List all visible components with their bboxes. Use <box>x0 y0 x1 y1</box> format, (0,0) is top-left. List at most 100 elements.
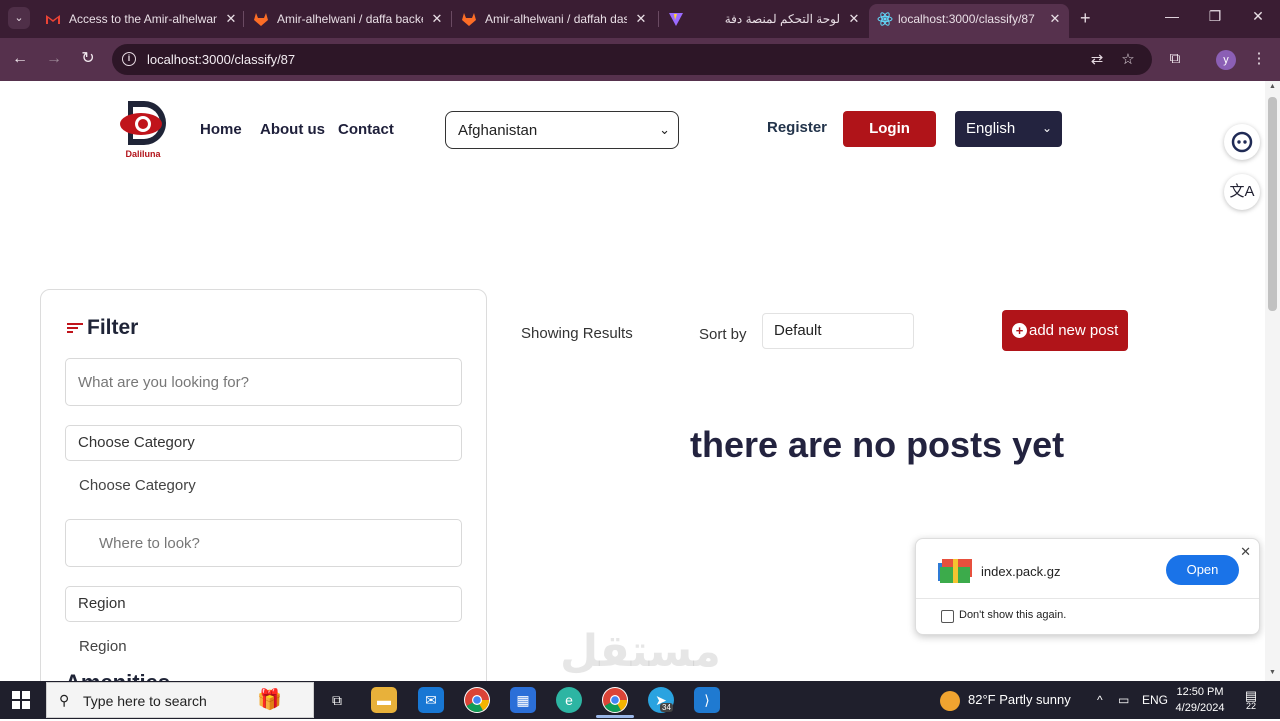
gmail-icon <box>46 15 60 24</box>
translate-icon[interactable]: ⇄ <box>1088 51 1106 69</box>
task-view-icon[interactable]: ⧉ <box>324 687 350 713</box>
add-post-button[interactable]: + add new post <box>1002 310 1128 351</box>
tab-localhost[interactable]: localhost:3000/classify/87 ✕ <box>869 4 1069 38</box>
location-input[interactable]: Where to look? <box>65 519 462 567</box>
close-icon[interactable]: ✕ <box>1240 544 1251 560</box>
region-select[interactable]: Region <box>65 586 462 622</box>
taskbar-search[interactable]: ⚲ Type here to search 🎁 <box>46 682 314 718</box>
site-logo[interactable]: Daliluna <box>116 99 170 161</box>
nav-home[interactable]: Home <box>200 121 242 138</box>
chrome-icon[interactable] <box>464 687 490 713</box>
taskbar-search-placeholder: Type here to search <box>83 693 207 709</box>
filter-title-text: Filter <box>87 316 139 339</box>
new-tab-button[interactable]: + <box>1080 8 1098 28</box>
tab-title: Amir-alhelwani / daffa backe <box>277 12 423 26</box>
logo-text: Daliluna <box>125 149 161 159</box>
tab-gmail[interactable]: Access to the Amir-alhelwani ✕ <box>45 4 241 34</box>
close-icon[interactable]: ✕ <box>429 4 445 34</box>
dont-show-label: Don't show this again. <box>959 609 1067 621</box>
filter-panel: Filter What are you looking for? Choose … <box>40 289 487 681</box>
download-filename: index.pack.gz <box>981 564 1061 579</box>
input-language[interactable]: ENG <box>1142 681 1168 719</box>
profile-avatar[interactable]: y <box>1216 50 1236 70</box>
forward-icon[interactable]: → <box>43 48 65 70</box>
close-icon[interactable]: ✕ <box>846 4 862 34</box>
logo-mark-icon <box>120 101 166 145</box>
windows-start-icon[interactable] <box>12 691 30 709</box>
filter-lines-icon <box>67 323 83 333</box>
tab-gitlab-dashboard[interactable]: Amir-alhelwani / daffah dash ✕ <box>461 4 651 34</box>
system-clock[interactable]: 12:50 PM 4/29/2024 <box>1170 684 1230 716</box>
page-scrollbar[interactable]: ▲ ▼ <box>1265 81 1280 681</box>
restore-icon[interactable]: ❐ <box>1205 8 1225 25</box>
window-close-icon[interactable]: ✕ <box>1248 8 1268 25</box>
file-explorer-icon[interactable]: ▬ <box>371 687 397 713</box>
browser-window: ⌄ Access to the Amir-alhelwani ✕ Amir-al… <box>0 0 1280 719</box>
category-label: Choose Category <box>79 477 196 494</box>
partly-sunny-icon <box>940 690 960 711</box>
bookmark-star-icon[interactable]: ☆ <box>1119 51 1137 69</box>
archive-file-icon <box>938 559 972 583</box>
more-menu-icon[interactable]: ⋮ <box>1248 48 1270 70</box>
location-placeholder: Where to look? <box>99 535 200 552</box>
tab-gitlab-backend[interactable]: Amir-alhelwani / daffa backe ✕ <box>253 4 447 34</box>
filter-heading: Filter <box>67 316 138 340</box>
address-bar[interactable]: i localhost:3000/classify/87 ⇄ ☆ <box>112 44 1152 75</box>
store-icon[interactable]: ▦ <box>510 687 536 713</box>
vite-icon <box>669 13 683 26</box>
gitlab-icon <box>462 13 476 26</box>
divider <box>916 598 1259 599</box>
language-select[interactable]: English ⌄ <box>955 111 1062 147</box>
scroll-down-icon[interactable]: ▼ <box>1268 669 1277 676</box>
open-download-button[interactable]: Open <box>1166 555 1239 585</box>
close-icon[interactable]: ✕ <box>633 4 649 34</box>
weather-widget[interactable]: 82°F Partly sunny <box>940 681 1071 719</box>
close-icon[interactable]: ✕ <box>1047 4 1063 34</box>
clock-date: 4/29/2024 <box>1175 702 1225 714</box>
nav-about[interactable]: About us <box>260 121 325 138</box>
empty-state-message: there are no posts yet <box>690 424 1065 465</box>
notification-center[interactable]: ▤ 22 <box>1240 689 1262 711</box>
weather-text: 82°F Partly sunny <box>968 692 1071 707</box>
edge-icon[interactable]: e <box>556 687 582 713</box>
add-post-label: add new post <box>1029 322 1119 339</box>
gitlab-icon <box>254 13 268 26</box>
tab-strip: ⌄ Access to the Amir-alhelwani ✕ Amir-al… <box>0 0 1280 38</box>
dont-show-checkbox[interactable] <box>941 610 954 623</box>
chevron-up-icon[interactable]: ^ <box>1097 681 1103 719</box>
url-text[interactable]: localhost:3000/classify/87 <box>147 44 295 75</box>
back-icon[interactable]: ← <box>9 48 31 70</box>
mail-icon[interactable]: ✉ <box>418 687 444 713</box>
battery-icon[interactable]: ▭ <box>1118 681 1129 719</box>
windows-taskbar: ⚲ Type here to search 🎁 ⧉ ▬ ✉ ▦ e ➤ 34 ⟩… <box>0 681 1280 719</box>
tab-separator <box>243 11 244 27</box>
search-input[interactable]: What are you looking for? <box>65 358 462 406</box>
tab-dashboard-arabic[interactable]: لوحة التحكم لمنصة دفة ✕ <box>668 4 864 34</box>
browser-toolbar: ← → ↻ i localhost:3000/classify/87 ⇄ ☆ ⧉… <box>0 38 1280 81</box>
register-link[interactable]: Register <box>767 119 827 136</box>
close-icon[interactable]: ✕ <box>223 4 239 34</box>
nav-contact[interactable]: Contact <box>338 121 394 138</box>
extensions-icon[interactable]: ⧉ <box>1164 48 1186 70</box>
sort-select[interactable]: Default <box>762 313 914 349</box>
scrollbar-thumb[interactable] <box>1268 97 1277 311</box>
watermark-logo: مستقل <box>560 626 721 677</box>
tab-search-button[interactable]: ⌄ <box>8 7 30 29</box>
clock-time: 12:50 PM <box>1176 686 1224 698</box>
chrome-profile-icon[interactable] <box>602 687 628 713</box>
country-select[interactable]: Afghanistan ⌄ <box>445 111 679 149</box>
active-app-indicator <box>596 715 634 718</box>
login-button[interactable]: Login <box>843 111 936 147</box>
category-select[interactable]: Choose Category <box>65 425 462 461</box>
vscode-icon[interactable]: ⟩ <box>694 687 720 713</box>
minimize-icon[interactable]: — <box>1162 8 1182 24</box>
reload-icon[interactable]: ↻ <box>77 48 99 70</box>
showing-results-label: Showing Results <box>521 325 633 342</box>
translate-widget-icon[interactable]: 文A <box>1224 174 1260 210</box>
scroll-up-icon[interactable]: ▲ <box>1268 83 1277 90</box>
assistant-widget-icon[interactable] <box>1224 124 1260 160</box>
tab-title: Amir-alhelwani / daffah dash <box>485 12 627 26</box>
site-info-icon[interactable]: i <box>122 52 136 66</box>
download-bubble: index.pack.gz Open ✕ Don't show this aga… <box>915 538 1260 635</box>
region-label: Region <box>79 638 127 655</box>
